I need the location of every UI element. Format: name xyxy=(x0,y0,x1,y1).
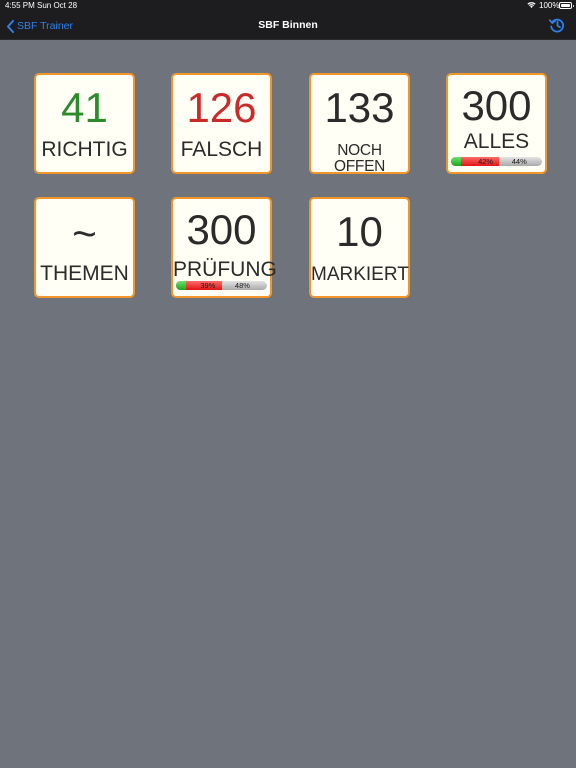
tile-themen[interactable]: ~ THEMEN xyxy=(34,197,135,298)
progress-left-text: 39% xyxy=(200,281,216,290)
tile-number: 126 xyxy=(186,84,257,131)
status-date: Sun Oct 28 xyxy=(37,1,78,10)
page-title: SBF Binnen xyxy=(258,19,318,31)
tile-number: 133 xyxy=(324,84,395,131)
tile-number: 10 xyxy=(336,208,383,255)
history-icon[interactable] xyxy=(549,17,565,33)
progress-bar: 39% 48% xyxy=(176,281,267,290)
progress-correct-fill xyxy=(451,157,461,166)
tile-label: PRÜFUNG xyxy=(173,258,277,281)
progress-right-text: 44% xyxy=(511,157,527,166)
tile-pruefung[interactable]: 300 PRÜFUNG 39% 48% xyxy=(171,197,277,298)
tile-label: RICHTIG xyxy=(41,138,128,161)
tile-label: MARKIERT xyxy=(311,264,409,285)
progress-right-text: 48% xyxy=(234,281,250,290)
status-time: 4:55 PM xyxy=(5,1,35,10)
battery-percent: 100% xyxy=(539,1,560,10)
battery-icon xyxy=(559,2,574,9)
tile-alles[interactable]: 300 ALLES 42% 44% xyxy=(446,73,547,174)
wifi-icon xyxy=(527,2,536,8)
tile-number: ~ xyxy=(72,210,97,257)
progress-bar: 42% 44% xyxy=(451,157,542,166)
progress-correct-fill xyxy=(176,281,186,290)
tile-label: ALLES xyxy=(463,130,530,153)
tile-number: 300 xyxy=(461,82,532,129)
status-bar: 4:55 PM Sun Oct 28 100% xyxy=(0,0,576,12)
tile-markiert[interactable]: 10 MARKIERT xyxy=(309,197,410,298)
tile-label: NOCH OFFEN xyxy=(333,142,386,175)
tile-richtig[interactable]: 41 RICHTIG xyxy=(34,73,135,174)
tile-noch-offen[interactable]: 133 NOCH OFFEN xyxy=(309,73,410,174)
tile-number: 300 xyxy=(186,206,257,253)
tile-label: FALSCH xyxy=(180,138,263,161)
navigation-bar: 4:55 PM Sun Oct 28 100% SBF Trainer SBF … xyxy=(0,0,576,40)
tile-number: 41 xyxy=(61,84,108,131)
progress-left-text: 42% xyxy=(478,157,494,166)
tile-falsch[interactable]: 126 FALSCH xyxy=(171,73,272,174)
tile-label: THEMEN xyxy=(40,262,129,285)
